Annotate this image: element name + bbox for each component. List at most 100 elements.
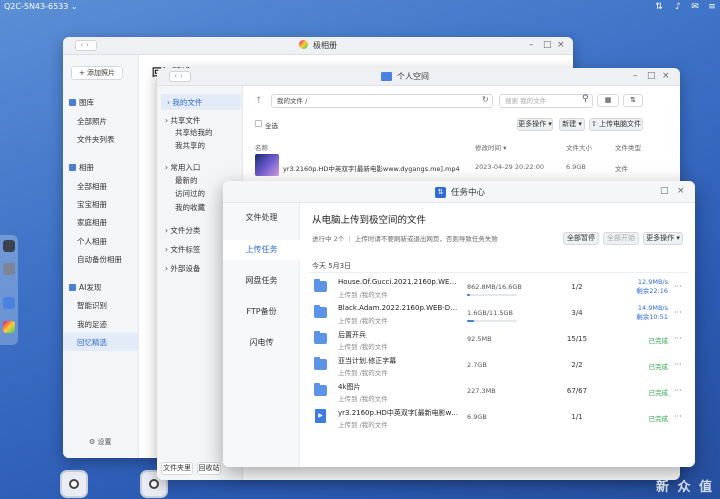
folder-icon[interactable] <box>3 297 15 309</box>
progress-bar <box>467 294 517 296</box>
space-nav-buttons[interactable]: ‹› <box>169 71 191 82</box>
task-maximize-icon[interactable]: □ <box>660 186 669 197</box>
col-name[interactable]: 名称 <box>255 142 268 152</box>
sidebar-item-folders[interactable]: 文件夹列表 <box>77 134 115 145</box>
sidebar-item-my-files[interactable]: › 我的文件 <box>161 94 241 110</box>
grid-icon: ▦ <box>604 96 612 104</box>
task-row[interactable]: House.Of.Gucci.2021.2160p.WEB-DL.x265.10… <box>310 276 688 302</box>
task-name: yr3.2160p.HD中英双字[最新电影www.dygangs.me].mp4 <box>338 409 460 417</box>
sidebar-item-all-photos[interactable]: 全部照片 <box>77 116 107 127</box>
sidebar-item-smart-recog[interactable]: 智能识别 <box>77 300 107 311</box>
video-file-icon: ▶ <box>315 409 326 423</box>
close-icon[interactable]: × <box>557 40 565 51</box>
sidebar-item-latest[interactable]: 最新的 <box>175 175 198 186</box>
tab-upload[interactable]: 上传任务 <box>223 240 300 260</box>
space-close-icon[interactable]: × <box>662 71 670 82</box>
more-ops-button[interactable]: 更多操作 ▾ <box>517 118 553 131</box>
sidebar-item-common[interactable]: › 常用入口 <box>165 162 200 173</box>
sidebar-item-shared-to-me[interactable]: 共享给我的 <box>175 127 213 138</box>
bottom-folder-button[interactable]: 文件夹里 <box>161 462 193 475</box>
file-type: 文件 <box>615 165 628 173</box>
space-maximize-icon[interactable]: □ <box>647 71 656 82</box>
upload-pc-button[interactable]: ⇧ 上传电脑文件 <box>589 118 643 131</box>
sort-button[interactable]: ⇅ <box>623 94 643 107</box>
apps-icon[interactable] <box>3 263 15 275</box>
sidebar-item-i-shared[interactable]: 我共享的 <box>175 140 205 151</box>
select-all-checkbox[interactable] <box>255 120 262 127</box>
new-button[interactable]: 新建 ▾ <box>559 118 585 131</box>
task-close-icon[interactable]: × <box>677 186 685 197</box>
settings-link[interactable]: ⚙ 设置 <box>89 437 112 447</box>
minimize-icon[interactable]: – <box>529 40 534 51</box>
sidebar-item-footprints[interactable]: 我的足迹 <box>77 319 107 330</box>
sidebar-item-all-albums[interactable]: 全部相册 <box>77 181 107 192</box>
task-row[interactable]: Black.Adam.2022.2160p.WEB-DL.x265.10bit.… <box>310 302 688 328</box>
more-icon[interactable]: ··· <box>674 412 682 421</box>
view-toggle-button[interactable]: ▦ <box>597 94 619 107</box>
search-input[interactable]: 搜索 我的文件 <box>499 94 593 108</box>
date-label: 今天 5月3日 <box>312 262 352 270</box>
sidebar-item-external[interactable]: › 外部设备 <box>165 263 200 274</box>
menu-icon[interactable]: ≡ <box>706 1 718 13</box>
tab-cloud[interactable]: 网盘任务 <box>223 271 300 291</box>
tab-flash-transfer[interactable]: 闪电传 <box>223 333 300 353</box>
more-icon[interactable]: ··· <box>674 360 682 369</box>
task-row[interactable]: 4k图片 上传到 /我的文件 227.3MB 67/67 已完成 ··· <box>310 380 688 406</box>
path-bar[interactable]: 我的文件 / <box>271 94 493 108</box>
transfer-icon[interactable]: ⇅ <box>653 1 665 13</box>
album-logo-icon <box>299 40 308 49</box>
sidebar-item-shared-files[interactable]: › 共享文件 <box>165 115 200 126</box>
photos-icon[interactable] <box>3 321 15 333</box>
more-icon[interactable]: ··· <box>674 334 682 343</box>
task-name: House.Of.Gucci.2021.2160p.WEB-DL.x265.10… <box>338 278 460 286</box>
space-minimize-icon[interactable]: – <box>633 71 638 82</box>
sidebar-item-baby[interactable]: 宝宝相册 <box>77 199 107 210</box>
more-icon[interactable]: ··· <box>674 282 682 291</box>
sidebar-item-memories[interactable]: 回忆精选 <box>63 333 139 351</box>
sort-icon: ⇅ <box>630 96 636 104</box>
sidebar-item-file-categories[interactable]: › 文件分类 <box>165 225 200 236</box>
col-size[interactable]: 文件大小 <box>566 142 592 152</box>
file-name[interactable]: yr3.2160p.HD中英双字[最新电影www.dygangs.me].mp4 <box>283 163 460 173</box>
tab-file-processing[interactable]: 文件处理 <box>223 208 300 228</box>
task-row[interactable]: 后置开兵 上传到 /我的文件 92.5MB 15/15 已完成 ··· <box>310 328 688 354</box>
task-count: 15/15 <box>566 335 588 343</box>
col-modified[interactable]: 修改时间 ▾ <box>475 142 506 152</box>
task-size: 227.3MB <box>467 387 496 395</box>
task-row[interactable]: ▶ yr3.2160p.HD中英双字[最新电影www.dygangs.me].m… <box>310 406 688 432</box>
col-type[interactable]: 文件类型 <box>615 142 641 152</box>
sidebar-item-personal[interactable]: 个人相册 <box>77 236 107 247</box>
sidebar-item-favorites[interactable]: 我的收藏 <box>175 202 205 213</box>
task-speed: 12.9MB/s 剩余22:16 <box>636 278 668 295</box>
more-icon[interactable]: ··· <box>674 308 682 317</box>
maximize-icon[interactable]: □ <box>543 40 552 51</box>
sidebar-item-family[interactable]: 家庭相册 <box>77 217 107 228</box>
task-row[interactable]: 亚当计划.修正字幕 上传到 /我的文件 2.7GB 2/2 已完成 ··· <box>310 354 688 380</box>
task-size: 2.7GB <box>467 361 487 369</box>
bell-icon[interactable]: ♪ <box>672 1 684 13</box>
up-arrow-icon[interactable]: ↑ <box>255 96 263 106</box>
start-all-button[interactable]: 全部开始 <box>603 232 639 245</box>
gear-icon: ⚙ <box>89 438 98 446</box>
nav-buttons[interactable]: ‹› <box>75 40 97 51</box>
folder-icon <box>314 383 327 396</box>
space-titlebar: ‹› 个人空间 – □ × <box>157 68 680 86</box>
refresh-icon[interactable]: ↻ <box>482 95 489 104</box>
tab-ftp-backup[interactable]: FTP备份 <box>223 302 300 322</box>
sidebar-item-file-tags[interactable]: › 文件标签 <box>165 244 200 255</box>
task-status: 已完成 <box>648 337 669 345</box>
add-photo-button[interactable]: + 添加照片 <box>71 66 123 80</box>
storage-icon[interactable] <box>3 240 15 252</box>
task-heading: 从电脑上传到极空间的文件 <box>312 215 427 226</box>
mail-icon[interactable]: ✉ <box>689 1 701 13</box>
pause-all-button[interactable]: 全部暂停 <box>563 232 599 245</box>
task-more-ops-button[interactable]: 更多操作 ▾ <box>643 232 683 245</box>
sidebar-item-visited[interactable]: 访问过的 <box>175 188 205 199</box>
device-selector[interactable]: Q2C-5N43-6533 ⌄ <box>4 2 78 11</box>
task-size: 1.6GB/11.5GB <box>467 309 513 317</box>
search-icon[interactable]: ⚲ <box>582 94 589 104</box>
recycle-bin-button[interactable]: 回收站 <box>197 462 221 475</box>
more-icon[interactable]: ··· <box>674 386 682 395</box>
sidebar-item-auto-backup[interactable]: 自动备份相册 <box>77 254 122 265</box>
disk-app-icon[interactable] <box>60 470 88 498</box>
